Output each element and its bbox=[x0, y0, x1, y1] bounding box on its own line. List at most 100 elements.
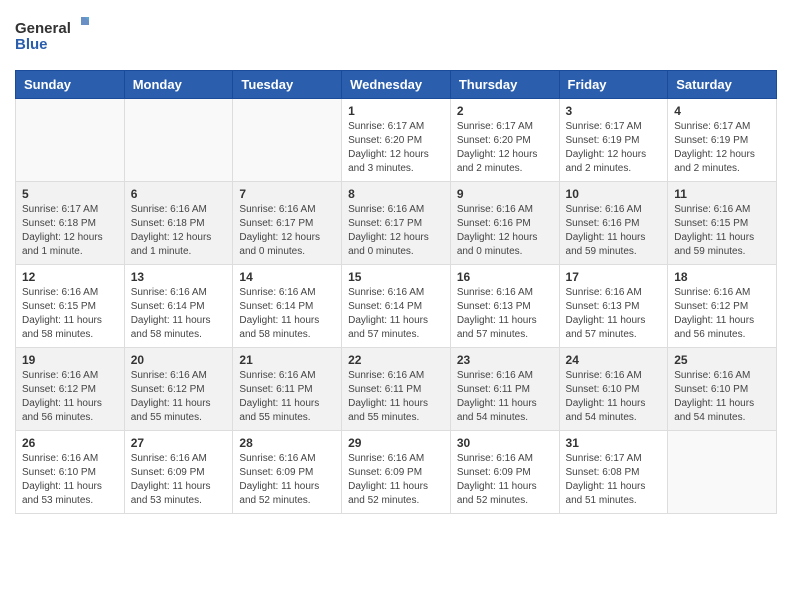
day-info: Sunrise: 6:16 AMSunset: 6:09 PMDaylight:… bbox=[131, 452, 227, 508]
day-number: 22 bbox=[348, 353, 444, 367]
day-info: Sunrise: 6:16 AMSunset: 6:12 PMDaylight:… bbox=[22, 369, 118, 425]
day-number: 13 bbox=[131, 270, 227, 284]
day-number: 19 bbox=[22, 353, 118, 367]
calendar-cell: 16 Sunrise: 6:16 AMSunset: 6:13 PMDayligh… bbox=[450, 264, 559, 347]
calendar-cell: 12 Sunrise: 6:16 AMSunset: 6:15 PMDayligh… bbox=[16, 264, 125, 347]
calendar-cell: 18 Sunrise: 6:16 AMSunset: 6:12 PMDayligh… bbox=[668, 264, 777, 347]
day-number: 24 bbox=[566, 353, 662, 367]
day-info: Sunrise: 6:16 AMSunset: 6:14 PMDaylight:… bbox=[239, 286, 335, 342]
day-number: 21 bbox=[239, 353, 335, 367]
calendar-cell: 20 Sunrise: 6:16 AMSunset: 6:12 PMDayligh… bbox=[124, 347, 233, 430]
day-number: 10 bbox=[566, 187, 662, 201]
day-info: Sunrise: 6:16 AMSunset: 6:09 PMDaylight:… bbox=[457, 452, 553, 508]
day-number: 15 bbox=[348, 270, 444, 284]
day-info: Sunrise: 6:16 AMSunset: 6:16 PMDaylight:… bbox=[566, 203, 662, 259]
day-info: Sunrise: 6:16 AMSunset: 6:16 PMDaylight:… bbox=[457, 203, 553, 259]
day-info: Sunrise: 6:16 AMSunset: 6:13 PMDaylight:… bbox=[457, 286, 553, 342]
calendar-cell: 28Sunrise: 6:16 AMSunset: 6:09 PMDayligh… bbox=[233, 430, 342, 513]
calendar-cell: 15 Sunrise: 6:16 AMSunset: 6:14 PMDayligh… bbox=[342, 264, 451, 347]
calendar-cell: 8Sunrise: 6:16 AMSunset: 6:17 PMDaylight… bbox=[342, 181, 451, 264]
day-info: Sunrise: 6:17 AMSunset: 6:19 PMDaylight:… bbox=[674, 120, 770, 176]
day-number: 30 bbox=[457, 436, 553, 450]
day-number: 6 bbox=[131, 187, 227, 201]
calendar-cell bbox=[233, 98, 342, 181]
day-info: Sunrise: 6:16 AMSunset: 6:15 PMDaylight:… bbox=[22, 286, 118, 342]
calendar-week-row: 19 Sunrise: 6:16 AMSunset: 6:12 PMDayligh… bbox=[16, 347, 777, 430]
logo: General Blue bbox=[15, 15, 95, 60]
day-info: Sunrise: 6:16 AMSunset: 6:11 PMDaylight:… bbox=[457, 369, 553, 425]
day-info: Sunrise: 6:16 AMSunset: 6:15 PMDaylight:… bbox=[674, 203, 770, 259]
day-number: 27 bbox=[131, 436, 227, 450]
calendar-cell: 22Sunrise: 6:16 AMSunset: 6:11 PMDayligh… bbox=[342, 347, 451, 430]
day-info: Sunrise: 6:16 AMSunset: 6:14 PMDaylight:… bbox=[348, 286, 444, 342]
calendar-cell: 24 Sunrise: 6:16 AMSunset: 6:10 PMDayligh… bbox=[559, 347, 668, 430]
day-info: Sunrise: 6:17 AMSunset: 6:20 PMDaylight:… bbox=[457, 120, 553, 176]
day-info: Sunrise: 6:16 AMSunset: 6:12 PMDaylight:… bbox=[131, 369, 227, 425]
calendar-cell: 13Sunrise: 6:16 AMSunset: 6:14 PMDayligh… bbox=[124, 264, 233, 347]
calendar-cell: 17 Sunrise: 6:16 AMSunset: 6:13 PMDayligh… bbox=[559, 264, 668, 347]
calendar-cell: 30 Sunrise: 6:16 AMSunset: 6:09 PMDayligh… bbox=[450, 430, 559, 513]
page-header: General Blue bbox=[15, 15, 777, 60]
day-number: 7 bbox=[239, 187, 335, 201]
day-number: 8 bbox=[348, 187, 444, 201]
day-number: 18 bbox=[674, 270, 770, 284]
day-number: 23 bbox=[457, 353, 553, 367]
calendar-cell: 14Sunrise: 6:16 AMSunset: 6:14 PMDayligh… bbox=[233, 264, 342, 347]
calendar-cell: 19 Sunrise: 6:16 AMSunset: 6:12 PMDayligh… bbox=[16, 347, 125, 430]
calendar-cell: 29 Sunrise: 6:16 AMSunset: 6:09 PMDayligh… bbox=[342, 430, 451, 513]
day-info: Sunrise: 6:16 AMSunset: 6:10 PMDaylight:… bbox=[22, 452, 118, 508]
day-number: 5 bbox=[22, 187, 118, 201]
day-info: Sunrise: 6:17 AMSunset: 6:20 PMDaylight:… bbox=[348, 120, 444, 176]
day-number: 4 bbox=[674, 104, 770, 118]
calendar-cell bbox=[16, 98, 125, 181]
calendar-week-row: 12 Sunrise: 6:16 AMSunset: 6:15 PMDayligh… bbox=[16, 264, 777, 347]
day-info: Sunrise: 6:17 AMSunset: 6:18 PMDaylight:… bbox=[22, 203, 118, 259]
calendar-cell: 9 Sunrise: 6:16 AMSunset: 6:16 PMDaylight… bbox=[450, 181, 559, 264]
calendar-cell: 21 Sunrise: 6:16 AMSunset: 6:11 PMDayligh… bbox=[233, 347, 342, 430]
weekday-header-wednesday: Wednesday bbox=[342, 70, 451, 98]
day-info: Sunrise: 6:16 AMSunset: 6:12 PMDaylight:… bbox=[674, 286, 770, 342]
calendar-cell: 23 Sunrise: 6:16 AMSunset: 6:11 PMDayligh… bbox=[450, 347, 559, 430]
logo-container: General Blue bbox=[15, 15, 95, 60]
day-info: Sunrise: 6:17 AMSunset: 6:08 PMDaylight:… bbox=[566, 452, 662, 508]
calendar-cell: 26 Sunrise: 6:16 AMSunset: 6:10 PMDayligh… bbox=[16, 430, 125, 513]
day-number: 3 bbox=[566, 104, 662, 118]
day-number: 31 bbox=[566, 436, 662, 450]
weekday-header-friday: Friday bbox=[559, 70, 668, 98]
calendar-cell: 2Sunrise: 6:17 AMSunset: 6:20 PMDaylight… bbox=[450, 98, 559, 181]
calendar-cell: 7Sunrise: 6:16 AMSunset: 6:17 PMDaylight… bbox=[233, 181, 342, 264]
calendar-week-row: 5 Sunrise: 6:17 AMSunset: 6:18 PMDaylight… bbox=[16, 181, 777, 264]
day-number: 26 bbox=[22, 436, 118, 450]
day-number: 29 bbox=[348, 436, 444, 450]
day-info: Sunrise: 6:16 AMSunset: 6:10 PMDaylight:… bbox=[566, 369, 662, 425]
day-number: 20 bbox=[131, 353, 227, 367]
day-number: 25 bbox=[674, 353, 770, 367]
calendar-week-row: 1 Sunrise: 6:17 AMSunset: 6:20 PMDaylight… bbox=[16, 98, 777, 181]
weekday-header-tuesday: Tuesday bbox=[233, 70, 342, 98]
day-number: 16 bbox=[457, 270, 553, 284]
svg-text:Blue: Blue bbox=[15, 36, 48, 53]
calendar-cell: 27 Sunrise: 6:16 AMSunset: 6:09 PMDayligh… bbox=[124, 430, 233, 513]
weekday-header-monday: Monday bbox=[124, 70, 233, 98]
calendar-cell: 31 Sunrise: 6:17 AMSunset: 6:08 PMDayligh… bbox=[559, 430, 668, 513]
svg-text:General: General bbox=[15, 20, 71, 37]
weekday-header-saturday: Saturday bbox=[668, 70, 777, 98]
calendar-cell: 1 Sunrise: 6:17 AMSunset: 6:20 PMDaylight… bbox=[342, 98, 451, 181]
calendar-cell bbox=[124, 98, 233, 181]
calendar-cell: 5 Sunrise: 6:17 AMSunset: 6:18 PMDaylight… bbox=[16, 181, 125, 264]
calendar-header-row: SundayMondayTuesdayWednesdayThursdayFrid… bbox=[16, 70, 777, 98]
day-number: 12 bbox=[22, 270, 118, 284]
day-number: 9 bbox=[457, 187, 553, 201]
day-info: Sunrise: 6:16 AMSunset: 6:09 PMDaylight:… bbox=[348, 452, 444, 508]
calendar-cell bbox=[668, 430, 777, 513]
day-number: 17 bbox=[566, 270, 662, 284]
day-number: 1 bbox=[348, 104, 444, 118]
day-info: Sunrise: 6:16 AMSunset: 6:11 PMDaylight:… bbox=[239, 369, 335, 425]
calendar-cell: 25 Sunrise: 6:16 AMSunset: 6:10 PMDayligh… bbox=[668, 347, 777, 430]
calendar-cell: 6Sunrise: 6:16 AMSunset: 6:18 PMDaylight… bbox=[124, 181, 233, 264]
day-number: 11 bbox=[674, 187, 770, 201]
day-info: Sunrise: 6:16 AMSunset: 6:13 PMDaylight:… bbox=[566, 286, 662, 342]
weekday-header-sunday: Sunday bbox=[16, 70, 125, 98]
day-info: Sunrise: 6:16 AMSunset: 6:10 PMDaylight:… bbox=[674, 369, 770, 425]
calendar-table: SundayMondayTuesdayWednesdayThursdayFrid… bbox=[15, 70, 777, 514]
